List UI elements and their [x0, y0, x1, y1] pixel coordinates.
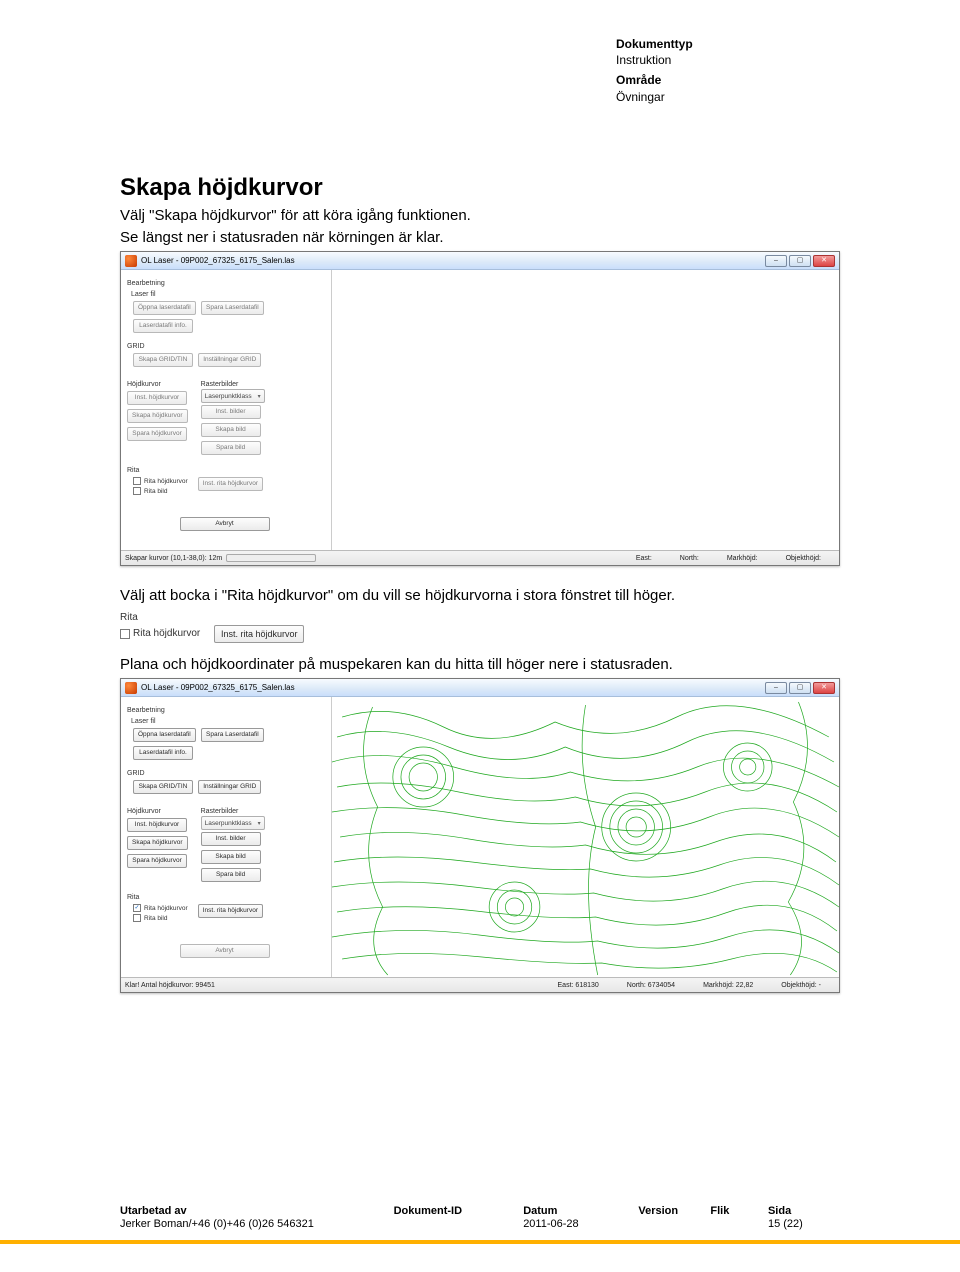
group-bearbetning: Bearbetning	[127, 707, 325, 714]
footer-h-flik: Flik	[710, 1205, 768, 1218]
footer-h-utarbetad: Utarbetad av	[120, 1205, 394, 1218]
draw-contour-settings-button[interactable]: Inst. rita höjdkurvor	[198, 904, 263, 918]
status-objekthojd-2: Objekthöjd: -	[781, 982, 821, 989]
section-p4: Plana och höjdkoordinater på muspekaren …	[120, 655, 840, 675]
draw-contours-checkbox[interactable]: Rita höjdkurvor	[133, 477, 188, 485]
contour-settings-button[interactable]: Inst. höjdkurvor	[127, 391, 187, 405]
grid-settings-button[interactable]: Inställningar GRID	[198, 353, 261, 367]
snippet-draw-contour-settings-button[interactable]: Inst. rita höjdkurvor	[214, 625, 304, 643]
create-grid-button[interactable]: Skapa GRID/TIN	[133, 353, 193, 367]
status-markhojd: Markhöjd:	[727, 555, 758, 562]
screenshot-window-2: OL Laser - 09P002_67325_6175_Salen.las –…	[120, 678, 840, 993]
window-title-2: OL Laser - 09P002_67325_6175_Salen.las	[141, 683, 765, 692]
footer-datum: 2011-06-28	[523, 1218, 638, 1230]
save-laserdata-button[interactable]: Spara Laserdatafil	[201, 728, 264, 742]
cancel-button-disabled: Avbryt	[180, 944, 270, 958]
laserdata-info-button[interactable]: Laserdatafil info.	[133, 746, 193, 760]
group-hojdkurvor: Höjdkurvor	[127, 381, 191, 388]
grid-settings-button[interactable]: Inställningar GRID	[198, 780, 261, 794]
dokumenttyp-label: Dokumenttyp	[616, 36, 693, 52]
maximize-button[interactable]: ▢	[789, 255, 811, 267]
draw-contour-settings-button[interactable]: Inst. rita höjdkurvor	[198, 477, 263, 491]
statusbar-1: Skapar kurvor (10,1-38,0): 12m East: Nor…	[121, 550, 839, 565]
window-titlebar-2: OL Laser - 09P002_67325_6175_Salen.las –…	[121, 679, 839, 697]
maximize-button[interactable]: ▢	[789, 682, 811, 694]
create-grid-button[interactable]: Skapa GRID/TIN	[133, 780, 193, 794]
laserdata-info-button[interactable]: Laserdatafil info.	[133, 319, 193, 333]
group-hojdkurvor: Höjdkurvor	[127, 808, 191, 815]
create-contours-button[interactable]: Skapa höjdkurvor	[127, 836, 188, 850]
contour-settings-button[interactable]: Inst. höjdkurvor	[127, 818, 187, 832]
footer-h-sida: Sida	[768, 1205, 840, 1218]
group-grid: GRID	[127, 343, 325, 350]
footer-h-version: Version	[638, 1205, 710, 1218]
sidebar-panel-2: Bearbetning Laser fil Öppna laserdatafil…	[121, 697, 331, 977]
open-laserdata-button[interactable]: Öppna laserdatafil	[133, 728, 196, 742]
sidebar-panel: Bearbetning Laser fil Öppna laserdatafil…	[121, 270, 331, 550]
omrade-label: Område	[616, 72, 693, 88]
create-contours-button[interactable]: Skapa höjdkurvor	[127, 409, 188, 423]
group-laserfil: Laser fil	[131, 718, 325, 725]
section-p1: Välj "Skapa höjdkurvor" för att köra igå…	[120, 206, 840, 226]
snippet-group-rita: Rita	[120, 612, 350, 623]
status-north: North:	[680, 555, 699, 562]
status-objekthojd: Objekthöjd:	[786, 555, 821, 562]
app-icon	[125, 255, 137, 267]
draw-image-checkbox[interactable]: Rita bild	[133, 914, 188, 922]
group-rasterbilder: Rasterbilder	[201, 808, 265, 815]
rita-snippet: Rita Rita höjdkurvor Inst. rita höjdkurv…	[120, 612, 350, 645]
group-rita: Rita	[127, 467, 325, 474]
omrade-value: Övningar	[616, 89, 693, 105]
map-canvas-empty	[331, 270, 839, 550]
footer-sida: 15 (22)	[768, 1218, 840, 1230]
minimize-button[interactable]: –	[765, 255, 787, 267]
image-settings-button[interactable]: Inst. bilder	[201, 405, 261, 419]
create-image-button[interactable]: Skapa bild	[201, 850, 261, 864]
window-title: OL Laser - 09P002_67325_6175_Salen.las	[141, 256, 765, 265]
save-image-button[interactable]: Spara bild	[201, 868, 261, 882]
group-rita: Rita	[127, 894, 325, 901]
save-contours-button[interactable]: Spara höjdkurvor	[127, 427, 187, 441]
draw-image-checkbox[interactable]: Rita bild	[133, 487, 188, 495]
close-button[interactable]: ✕	[813, 682, 835, 694]
save-laserdata-button[interactable]: Spara Laserdatafil	[201, 301, 264, 315]
laserpointclass-select[interactable]: Laserpunktklass	[201, 389, 265, 403]
open-laserdata-button[interactable]: Öppna laserdatafil	[133, 301, 196, 315]
map-canvas-contours[interactable]	[331, 697, 839, 977]
document-header: Dokumenttyp Instruktion Område Övningar	[616, 36, 693, 105]
group-bearbetning: Bearbetning	[127, 280, 325, 287]
minimize-button[interactable]: –	[765, 682, 787, 694]
footer-author: Jerker Boman/+46 (0)+46 (0)26 546321	[120, 1218, 394, 1230]
section-p3: Välj att bocka i "Rita höjdkurvor" om du…	[120, 586, 840, 606]
snippet-draw-contours-checkbox[interactable]: Rita höjdkurvor	[120, 628, 200, 639]
status-east: East:	[636, 555, 652, 562]
status-left-2: Klar! Antal höjdkurvor: 99451	[125, 982, 215, 989]
save-contours-button[interactable]: Spara höjdkurvor	[127, 854, 187, 868]
status-markhojd-2: Markhöjd: 22,82	[703, 982, 753, 989]
create-image-button[interactable]: Skapa bild	[201, 423, 261, 437]
statusbar-2: Klar! Antal höjdkurvor: 99451 East: 6181…	[121, 977, 839, 992]
draw-contours-checkbox-checked[interactable]: ✓Rita höjdkurvor	[133, 904, 188, 912]
screenshot-window-1: OL Laser - 09P002_67325_6175_Salen.las –…	[120, 251, 840, 566]
status-left: Skapar kurvor (10,1-38,0): 12m	[125, 554, 316, 562]
footer-h-datum: Datum	[523, 1205, 638, 1218]
section-p2: Se längst ner i statusraden när körninge…	[120, 228, 840, 248]
group-grid: GRID	[127, 770, 325, 777]
footer-h-dokumentid: Dokument-ID	[394, 1205, 524, 1218]
save-image-button[interactable]: Spara bild	[201, 441, 261, 455]
image-settings-button[interactable]: Inst. bilder	[201, 832, 261, 846]
footer-rule	[0, 1240, 960, 1244]
window-titlebar: OL Laser - 09P002_67325_6175_Salen.las –…	[121, 252, 839, 270]
cancel-button[interactable]: Avbryt	[180, 517, 270, 531]
group-laserfil: Laser fil	[131, 291, 325, 298]
status-north-2: North: 6734054	[627, 982, 675, 989]
page-footer: Utarbetad av Dokument-ID Datum Version F…	[120, 1205, 840, 1230]
section-title: Skapa höjdkurvor	[120, 174, 840, 202]
app-icon	[125, 682, 137, 694]
group-rasterbilder: Rasterbilder	[201, 381, 265, 388]
close-button[interactable]: ✕	[813, 255, 835, 267]
laserpointclass-select[interactable]: Laserpunktklass	[201, 816, 265, 830]
dokumenttyp-value: Instruktion	[616, 52, 693, 68]
status-east-2: East: 618130	[558, 982, 599, 989]
